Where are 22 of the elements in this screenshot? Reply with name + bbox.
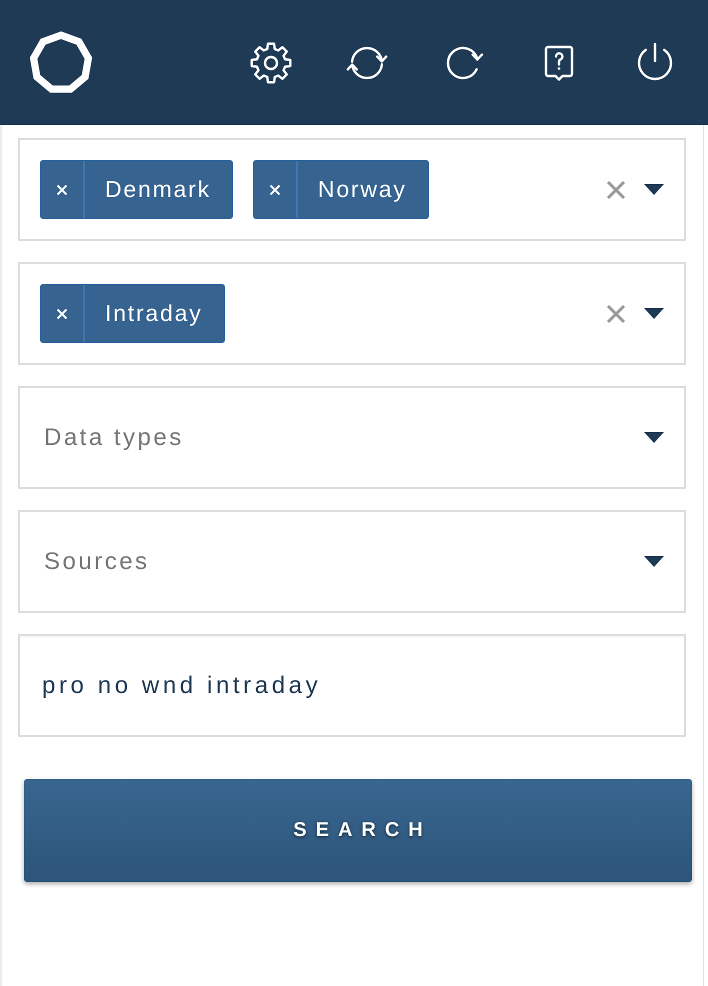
dropdown-field[interactable]: Data types — [18, 386, 686, 489]
clear-icon[interactable] — [606, 304, 626, 324]
dropdown-field[interactable]: Sources — [18, 510, 686, 613]
chip-label: Intraday — [104, 299, 204, 328]
caret-down-icon[interactable] — [644, 556, 664, 567]
multi-select-field[interactable]: Intraday — [18, 262, 686, 365]
filter-chip[interactable]: Norway — [252, 160, 429, 219]
settings-icon[interactable] — [249, 40, 293, 84]
chip-label: Norway — [316, 175, 408, 204]
multi-select-field[interactable]: Denmark Norway — [18, 138, 686, 241]
caret-down-icon[interactable] — [644, 184, 664, 195]
remove-icon[interactable] — [56, 184, 68, 196]
search-button[interactable]: SEARCH — [24, 779, 692, 882]
caret-down-icon[interactable] — [644, 308, 664, 319]
remove-icon[interactable] — [56, 308, 68, 320]
caret-down-icon[interactable] — [644, 432, 664, 443]
remove-icon[interactable] — [268, 184, 281, 196]
filter-chip[interactable]: Denmark — [40, 160, 233, 219]
search-input[interactable]: pro no wnd intraday — [18, 634, 686, 737]
clear-icon[interactable] — [606, 180, 626, 200]
chip-label: Denmark — [104, 175, 212, 204]
filter-chip[interactable]: Intraday — [40, 284, 225, 343]
